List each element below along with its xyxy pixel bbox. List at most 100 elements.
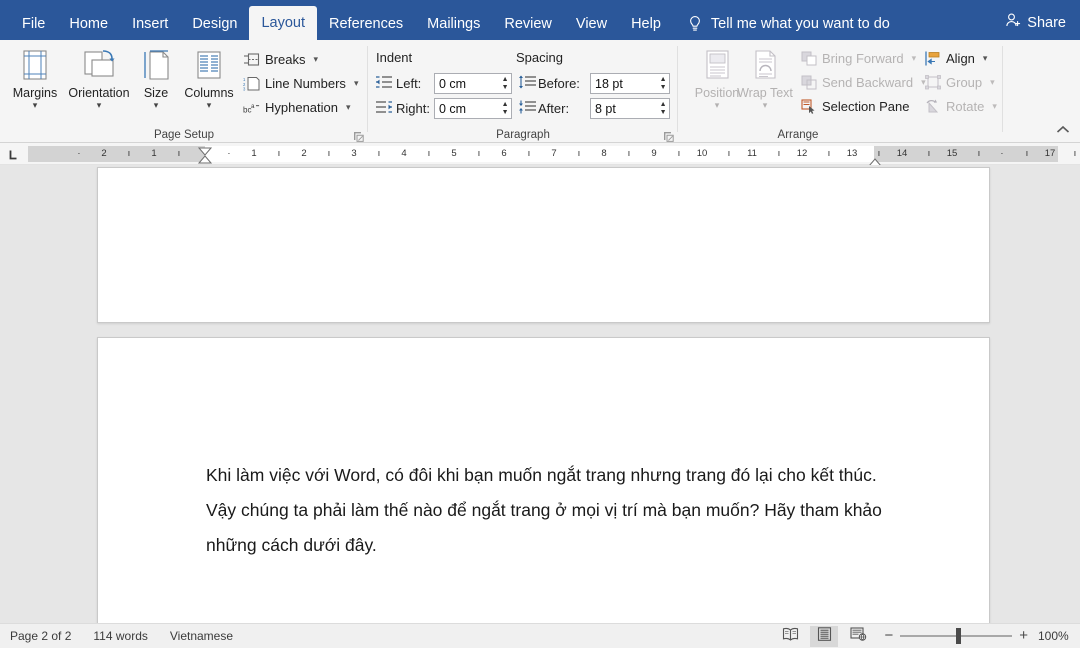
rotate-icon (924, 98, 941, 115)
status-bar: Page 2 of 2 114 words Vietnamese (0, 623, 1080, 648)
tab-references[interactable]: References (317, 8, 415, 40)
left-tab-stop-icon[interactable] (4, 146, 22, 162)
plus-icon[interactable]: + (1019, 630, 1028, 642)
size-button[interactable]: Size ▾ (134, 44, 178, 111)
ribbon: Margins ▾ Orientation ▾ (0, 40, 1080, 143)
chevron-up-icon (1056, 125, 1070, 135)
breaks-button[interactable]: Breaks ▾ (243, 48, 318, 70)
read-mode-button[interactable] (776, 626, 804, 647)
columns-label: Columns (178, 86, 240, 100)
chevron-down-icon[interactable]: ▾ (990, 77, 995, 88)
send-backward-button[interactable]: Send Backward ▾ (800, 71, 926, 93)
chevron-down-icon[interactable]: ▾ (354, 78, 359, 89)
send-backward-label: Send Backward (822, 75, 913, 90)
tab-view[interactable]: View (564, 8, 619, 40)
indent-right-icon (376, 100, 392, 119)
spacing-before-spinner[interactable]: ▲▼ (657, 74, 669, 93)
document-canvas[interactable]: Khi làm việc với Word, có đôi khi bạn mu… (0, 165, 1080, 623)
rotate-button[interactable]: Rotate ▾ (924, 95, 997, 117)
selection-pane-button[interactable]: Selection Pane (800, 95, 909, 117)
spacing-after-input[interactable] (591, 99, 657, 118)
paragraph-dialog-launcher[interactable] (663, 129, 674, 140)
chevron-down-icon[interactable]: ▾ (64, 100, 134, 111)
indent-right-field[interactable]: ▲▼ (434, 98, 512, 119)
wrap-text-icon (736, 44, 794, 86)
horizontal-ruler[interactable]: 21 12 34 56 78 910 1112 1314 1517 18 ·ı … (28, 146, 1058, 162)
indent-left-label: Left: (396, 76, 421, 91)
selection-pane-label: Selection Pane (822, 99, 909, 114)
send-backward-icon (800, 74, 817, 91)
tab-help[interactable]: Help (619, 8, 673, 40)
align-button[interactable]: Align ▾ (924, 47, 987, 69)
word-count[interactable]: 114 words (93, 629, 147, 643)
orientation-icon (64, 44, 134, 86)
margins-button[interactable]: Margins ▾ (4, 44, 66, 111)
tab-mailings[interactable]: Mailings (415, 8, 492, 40)
breaks-icon (243, 51, 260, 68)
share-button[interactable]: Share (1005, 12, 1066, 33)
indent-left-input[interactable] (435, 74, 499, 93)
page-2[interactable]: Khi làm việc với Word, có đôi khi bạn mu… (97, 337, 990, 623)
page-1[interactable] (97, 167, 990, 323)
spacing-before-input[interactable] (591, 74, 657, 93)
language-indicator[interactable]: Vietnamese (170, 629, 233, 643)
chevron-down-icon[interactable]: ▾ (983, 53, 988, 64)
chevron-down-icon[interactable]: ▾ (134, 100, 178, 111)
tell-me-search[interactable]: Tell me what you want to do (687, 8, 890, 40)
page-setup-dialog-launcher[interactable] (353, 129, 364, 140)
indent-right-spinner[interactable]: ▲▼ (499, 99, 511, 118)
spacing-after-spinner[interactable]: ▲▼ (657, 99, 669, 118)
selection-pane-icon (800, 98, 817, 115)
chevron-down-icon[interactable]: ▾ (4, 100, 66, 111)
zoom-track[interactable] (900, 635, 1012, 637)
web-layout-icon (850, 627, 867, 646)
indent-left-spinner[interactable]: ▲▼ (499, 74, 511, 93)
group-button[interactable]: Group ▾ (924, 71, 995, 93)
print-layout-button[interactable] (810, 626, 838, 647)
group-label: Group (946, 75, 982, 90)
tab-insert[interactable]: Insert (120, 8, 180, 40)
chevron-down-icon[interactable]: ▾ (313, 54, 318, 65)
bring-forward-button[interactable]: Bring Forward ▾ (800, 47, 916, 69)
tab-layout[interactable]: Layout (249, 6, 317, 40)
page-setup-group-label: Page Setup (0, 129, 368, 141)
tab-review[interactable]: Review (492, 8, 564, 40)
paragraph-group-label: Paragraph (368, 129, 678, 141)
spacing-before-field[interactable]: ▲▼ (590, 73, 670, 94)
ribbon-tab-bar: File Home Insert Design Layout Reference… (0, 0, 1080, 40)
align-icon (924, 50, 941, 67)
page-indicator[interactable]: Page 2 of 2 (10, 629, 71, 643)
bring-forward-icon (800, 50, 817, 67)
columns-button[interactable]: Columns ▾ (178, 44, 240, 111)
hyphenation-button[interactable]: bc a Hyphenation ▾ (243, 96, 351, 118)
document-paragraph[interactable]: Khi làm việc với Word, có đôi khi bạn mu… (206, 458, 896, 563)
line-numbers-button[interactable]: 1 2 3 Line Numbers ▾ (243, 72, 358, 94)
indent-left-field[interactable]: ▲▼ (434, 73, 512, 94)
spacing-after-field[interactable]: ▲▼ (590, 98, 670, 119)
chevron-down-icon[interactable]: ▾ (736, 100, 794, 111)
tab-design[interactable]: Design (180, 8, 249, 40)
chevron-down-icon[interactable]: ▾ (912, 53, 917, 64)
chevron-down-icon[interactable]: ▾ (178, 100, 240, 111)
hyphenation-icon: bc a (243, 99, 260, 116)
horizontal-ruler-bar: 21 12 34 56 78 910 1112 1314 1517 18 ·ı … (0, 143, 1080, 165)
collapse-ribbon-button[interactable] (1056, 123, 1070, 138)
tab-file[interactable]: File (10, 8, 57, 40)
minus-icon[interactable]: − (884, 630, 893, 642)
chevron-down-icon[interactable]: ▾ (992, 101, 997, 112)
indent-right-input[interactable] (435, 99, 499, 118)
align-label: Align (946, 51, 975, 66)
print-layout-icon (817, 627, 832, 646)
web-layout-button[interactable] (844, 626, 872, 647)
chevron-down-icon[interactable]: ▾ (346, 102, 351, 113)
hyphenation-label: Hyphenation (265, 100, 338, 115)
zoom-slider[interactable]: − + (884, 630, 1028, 642)
arrange-group-label: Arrange (678, 129, 918, 141)
zoom-level[interactable]: 100% (1038, 629, 1072, 643)
spacing-header: Spacing (516, 50, 563, 65)
tab-home[interactable]: Home (57, 8, 120, 40)
wrap-text-button[interactable]: Wrap Text ▾ (736, 44, 794, 111)
spacing-after-label: After: (538, 101, 569, 116)
orientation-button[interactable]: Orientation ▾ (64, 44, 134, 111)
zoom-thumb[interactable] (956, 628, 961, 644)
